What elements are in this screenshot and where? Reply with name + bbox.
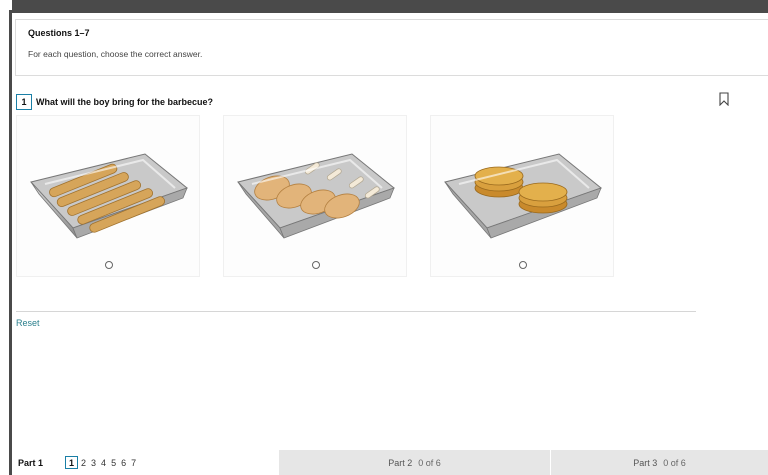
test-content-area: Questions 1–7 For each question, choose … — [12, 13, 768, 450]
question-number: 1 — [16, 94, 32, 110]
question-4-button[interactable]: 4 — [101, 458, 106, 468]
reset-link[interactable]: Reset — [16, 318, 40, 328]
chicken-legs-tray-image — [237, 153, 396, 239]
option-b-radio[interactable] — [312, 261, 320, 269]
answer-options — [16, 115, 616, 277]
sausages-tray-image — [30, 153, 189, 239]
section-divider — [16, 311, 696, 312]
part-1-label[interactable]: Part 1 — [18, 458, 43, 468]
option-a-radio[interactable] — [105, 261, 113, 269]
question-5-button[interactable]: 5 — [111, 458, 116, 468]
question-6-button[interactable]: 6 — [121, 458, 126, 468]
question-header: 1 What will the boy bring for the barbec… — [16, 94, 213, 110]
option-c-radio[interactable] — [519, 261, 527, 269]
part-1-navigation: Part 1 1 2 3 4 5 6 7 — [12, 450, 278, 475]
question-3-button[interactable]: 3 — [91, 458, 96, 468]
navigation-footer: Part 1 1 2 3 4 5 6 7 Part 2 0 of 6 Part … — [12, 450, 768, 475]
instructions-panel: Questions 1–7 For each question, choose … — [15, 19, 768, 76]
part-3-label: Part 3 — [633, 457, 658, 468]
part-2-count: 0 of 6 — [418, 457, 441, 468]
option-c[interactable] — [430, 115, 614, 277]
burgers-tray-image — [444, 153, 603, 239]
part-3-tab[interactable]: Part 3 0 of 6 — [550, 450, 768, 475]
part-2-label: Part 2 — [388, 457, 413, 468]
instructions-title: Questions 1–7 — [28, 28, 90, 38]
question-2-button[interactable]: 2 — [81, 458, 86, 468]
window-top-bar — [12, 0, 768, 13]
question-7-button[interactable]: 7 — [131, 458, 136, 468]
part-2-tab[interactable]: Part 2 0 of 6 — [278, 450, 550, 475]
part-3-count: 0 of 6 — [663, 457, 686, 468]
question-1-button[interactable]: 1 — [65, 456, 79, 469]
bookmark-icon[interactable] — [718, 92, 730, 106]
question-text: What will the boy bring for the barbecue… — [36, 97, 214, 107]
option-b[interactable] — [223, 115, 407, 277]
instructions-text: For each question, choose the correct an… — [28, 49, 203, 59]
option-a[interactable] — [16, 115, 200, 277]
